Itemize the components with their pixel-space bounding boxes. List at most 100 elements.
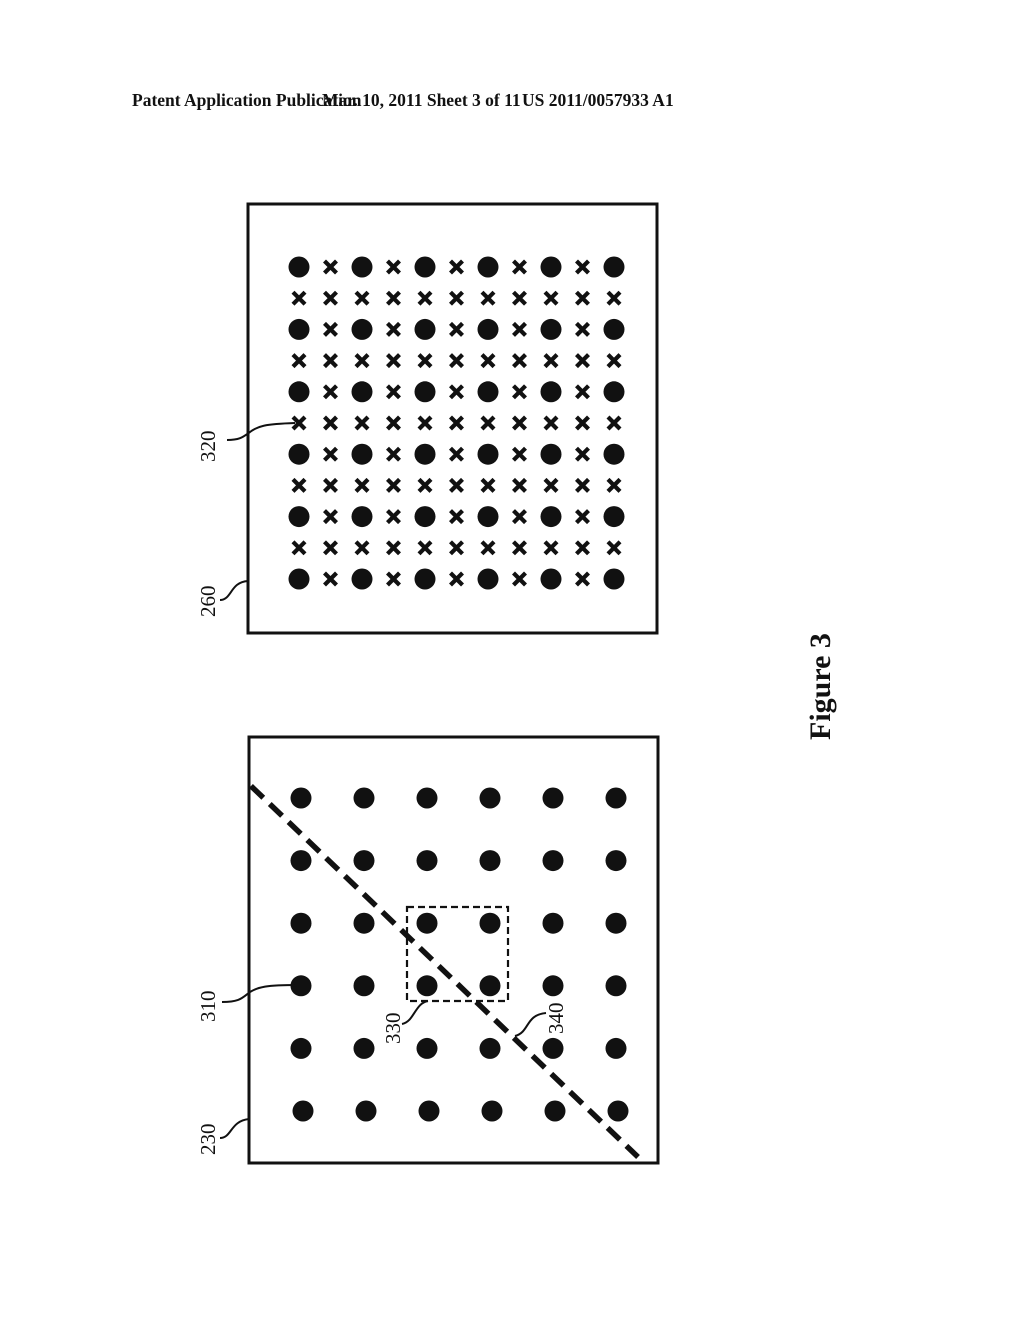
grid-cross	[291, 540, 307, 556]
grid-cross	[291, 353, 307, 369]
sample-dot	[605, 787, 627, 809]
grid-cross	[417, 290, 433, 306]
grid-cross	[543, 290, 559, 306]
ref-260: 260	[196, 586, 220, 618]
ref-230: 230	[196, 1124, 220, 1156]
sample-dot	[353, 850, 375, 872]
grid-cross	[449, 384, 464, 400]
sample-dot	[479, 975, 501, 997]
grid-cross	[323, 509, 338, 525]
grid-cross	[386, 540, 401, 556]
sample-dot	[479, 912, 501, 934]
grid-cross	[417, 415, 433, 431]
grid-dot	[540, 381, 562, 403]
grid-cross	[575, 259, 590, 275]
grid-cross	[575, 571, 590, 587]
grid-cross	[575, 321, 590, 337]
grid-cross	[386, 290, 401, 306]
grid-cross	[323, 353, 338, 369]
grid-cross	[575, 446, 590, 462]
sample-dot	[353, 1037, 375, 1059]
grid-cross	[449, 571, 464, 587]
leader-340	[514, 1012, 547, 1037]
sample-dot	[605, 912, 627, 934]
grid-cross	[386, 509, 401, 525]
grid-cross	[480, 290, 496, 306]
grid-cross	[575, 290, 590, 306]
grid-cross	[512, 353, 527, 369]
sample-dot	[353, 975, 375, 997]
grid-dot	[603, 443, 625, 465]
grid-cross	[575, 353, 590, 369]
grid-cross	[543, 477, 559, 493]
sample-dot	[479, 1037, 501, 1059]
grid-cross	[354, 353, 370, 369]
grid-cross	[480, 415, 496, 431]
grid-cross	[606, 353, 622, 369]
top-panel: 320 260	[196, 202, 659, 635]
figure-drawing: 320 260 310 230 330 340 Figure 3	[196, 202, 837, 1165]
grid-cross	[480, 353, 496, 369]
sample-dot	[605, 1037, 627, 1059]
grid-cross	[417, 353, 433, 369]
grid-dot	[603, 506, 625, 528]
grid-dot	[477, 318, 499, 340]
grid-cross	[323, 290, 338, 306]
grid-dot	[351, 318, 373, 340]
grid-dot	[414, 506, 436, 528]
grid-cross	[386, 353, 401, 369]
grid-dot	[351, 381, 373, 403]
grid-cross	[449, 446, 464, 462]
grid-dot	[288, 381, 310, 403]
bottom-grid	[290, 787, 629, 1122]
sample-dot	[353, 787, 375, 809]
grid-cross	[512, 321, 527, 337]
grid-cross	[512, 415, 527, 431]
sample-dot	[353, 912, 375, 934]
grid-cross	[575, 509, 590, 525]
grid-cross	[575, 540, 590, 556]
grid-cross	[512, 571, 527, 587]
grid-dot	[477, 443, 499, 465]
grid-cross	[323, 446, 338, 462]
grid-cross	[543, 540, 559, 556]
grid-cross	[449, 477, 464, 493]
grid-cross	[386, 321, 401, 337]
grid-dot	[414, 443, 436, 465]
grid-cross	[323, 384, 338, 400]
grid-cross	[386, 259, 401, 275]
grid-dot	[603, 256, 625, 278]
sample-dot	[479, 850, 501, 872]
grid-dot	[540, 256, 562, 278]
grid-cross	[543, 415, 559, 431]
grid-dot	[603, 381, 625, 403]
sample-dot	[542, 787, 564, 809]
ref-330: 330	[381, 1013, 405, 1045]
grid-cross	[480, 540, 496, 556]
grid-dot	[540, 443, 562, 465]
grid-cross	[606, 415, 622, 431]
grid-cross	[323, 321, 338, 337]
grid-dot	[288, 506, 310, 528]
grid-dot	[414, 318, 436, 340]
grid-cross	[449, 290, 464, 306]
leader-260	[219, 580, 249, 601]
grid-cross	[575, 477, 590, 493]
grid-dot	[540, 568, 562, 590]
grid-cross	[354, 290, 370, 306]
sample-dot	[416, 787, 438, 809]
grid-dot	[288, 568, 310, 590]
grid-cross	[543, 353, 559, 369]
ref-310: 310	[196, 991, 220, 1023]
sample-dot	[290, 1037, 312, 1059]
grid-dot	[603, 568, 625, 590]
grid-cross	[480, 477, 496, 493]
grid-cross	[386, 571, 401, 587]
grid-cross	[291, 477, 307, 493]
grid-cross	[575, 415, 590, 431]
ref-340: 340	[544, 1003, 568, 1035]
sample-dot	[292, 1100, 314, 1122]
grid-cross	[449, 509, 464, 525]
grid-dot	[540, 318, 562, 340]
grid-cross	[323, 415, 338, 431]
